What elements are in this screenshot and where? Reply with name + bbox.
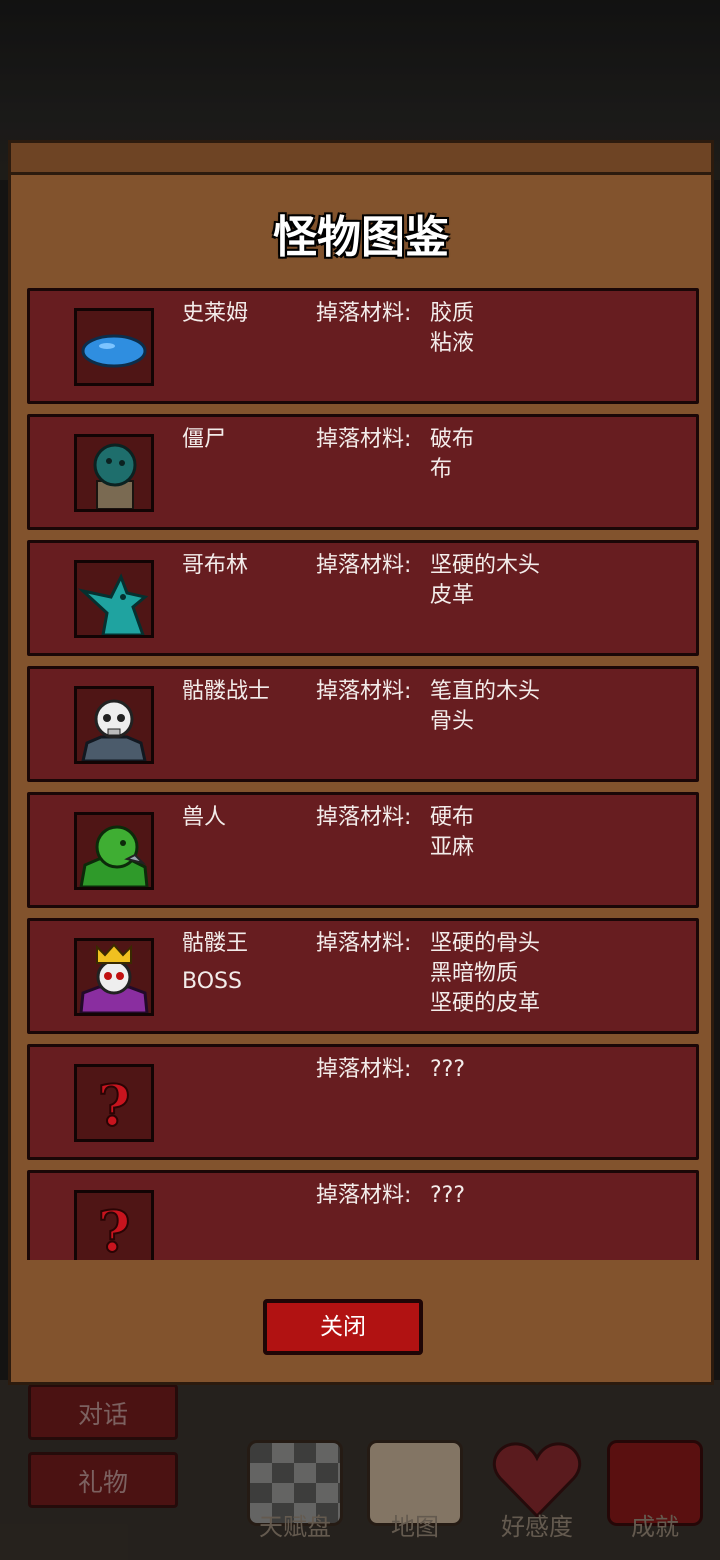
close-button[interactable]: 关闭 bbox=[263, 1299, 423, 1355]
drop-item: 坚硬的皮革 bbox=[430, 991, 541, 1016]
monster-row-zombie[interactable]: 僵尸 掉落材料: 破布 布 bbox=[27, 414, 699, 530]
monster-name: 骷髅王 bbox=[182, 931, 249, 956]
drop-item: 胶质 bbox=[430, 301, 475, 326]
drop-label: 掉落材料: bbox=[316, 679, 412, 704]
svg-text:?: ? bbox=[98, 1199, 131, 1260]
dialog-top-bar bbox=[11, 143, 711, 175]
monster-name: 哥布林 bbox=[182, 553, 249, 578]
drop-list: 坚硬的木头 皮革 bbox=[430, 551, 540, 611]
monster-row-skeleton-warrior[interactable]: 骷髅战士 掉落材料: 笔直的木头 骨头 bbox=[27, 666, 699, 782]
drop-item: ??? bbox=[430, 1057, 466, 1082]
monster-list[interactable]: 史莱姆 掉落材料: 胶质 粘液 僵尸 掉落材料: 破布 布 哥布林 掉落材料: … bbox=[25, 288, 703, 1260]
orc-icon bbox=[74, 812, 154, 890]
monster-name: 史莱姆 bbox=[182, 301, 249, 326]
monster-name: 骷髅战士 bbox=[182, 679, 271, 704]
drop-item: 破布 bbox=[430, 427, 475, 452]
drop-label: 掉落材料: bbox=[316, 553, 412, 578]
slime-icon bbox=[74, 308, 154, 386]
drop-list: 破布 布 bbox=[430, 425, 474, 485]
monster-row-orc[interactable]: 兽人 掉落材料: 硬布 亚麻 bbox=[27, 792, 699, 908]
drop-item: 布 bbox=[430, 457, 453, 482]
drop-label: 掉落材料: bbox=[316, 931, 412, 956]
drop-item: 骨头 bbox=[430, 709, 475, 734]
monster-row-unknown[interactable]: ? 掉落材料: ??? bbox=[27, 1044, 699, 1160]
drop-label: 掉落材料: bbox=[316, 1057, 412, 1082]
drop-label: 掉落材料: bbox=[316, 805, 412, 830]
drop-item: 坚硬的木头 bbox=[430, 553, 541, 578]
drop-item: 皮革 bbox=[430, 583, 475, 608]
monster-name: 僵尸 bbox=[182, 427, 227, 452]
goblin-icon bbox=[74, 560, 154, 638]
skeleton-king-icon bbox=[74, 938, 154, 1016]
drop-item: 硬布 bbox=[430, 805, 475, 830]
monster-row-slime[interactable]: 史莱姆 掉落材料: 胶质 粘液 bbox=[27, 288, 699, 404]
drop-item: 笔直的木头 bbox=[430, 679, 541, 704]
drop-list: 胶质 粘液 bbox=[430, 299, 474, 359]
drop-list: ??? bbox=[430, 1055, 465, 1085]
monster-name: 兽人 bbox=[182, 805, 227, 830]
drop-label: 掉落材料: bbox=[316, 1183, 412, 1208]
skeleton-warrior-icon bbox=[74, 686, 154, 764]
monster-row-unknown[interactable]: ? 掉落材料: ??? bbox=[27, 1170, 699, 1260]
svg-text:?: ? bbox=[98, 1073, 131, 1139]
drop-item: ??? bbox=[430, 1183, 466, 1208]
monster-row-goblin[interactable]: 哥布林 掉落材料: 坚硬的木头 皮革 bbox=[27, 540, 699, 656]
drop-item: 粘液 bbox=[430, 331, 475, 356]
drop-item: 坚硬的骨头 bbox=[430, 931, 541, 956]
zombie-icon bbox=[74, 434, 154, 512]
dialog-title: 怪物图鉴 bbox=[273, 212, 449, 263]
monster-row-skeleton-king[interactable]: 骷髅王 BOSS 掉落材料: 坚硬的骨头 黑暗物质 坚硬的皮革 bbox=[27, 918, 699, 1034]
drop-list: 坚硬的骨头 黑暗物质 坚硬的皮革 bbox=[430, 929, 540, 1019]
drop-label: 掉落材料: bbox=[316, 301, 412, 326]
drop-list: ??? bbox=[430, 1181, 465, 1211]
unknown-icon: ? bbox=[74, 1190, 154, 1260]
drop-item: 黑暗物质 bbox=[430, 961, 519, 986]
unknown-icon: ? bbox=[74, 1064, 154, 1142]
drop-label: 掉落材料: bbox=[316, 427, 412, 452]
boss-tag: BOSS bbox=[182, 969, 242, 994]
drop-item: 亚麻 bbox=[430, 835, 475, 860]
drop-list: 笔直的木头 骨头 bbox=[430, 677, 540, 737]
drop-list: 硬布 亚麻 bbox=[430, 803, 474, 863]
bestiary-dialog: 怪物图鉴 史莱姆 掉落材料: 胶质 粘液 僵尸 掉落材料: 破布 布 哥布林 掉… bbox=[8, 140, 714, 1385]
